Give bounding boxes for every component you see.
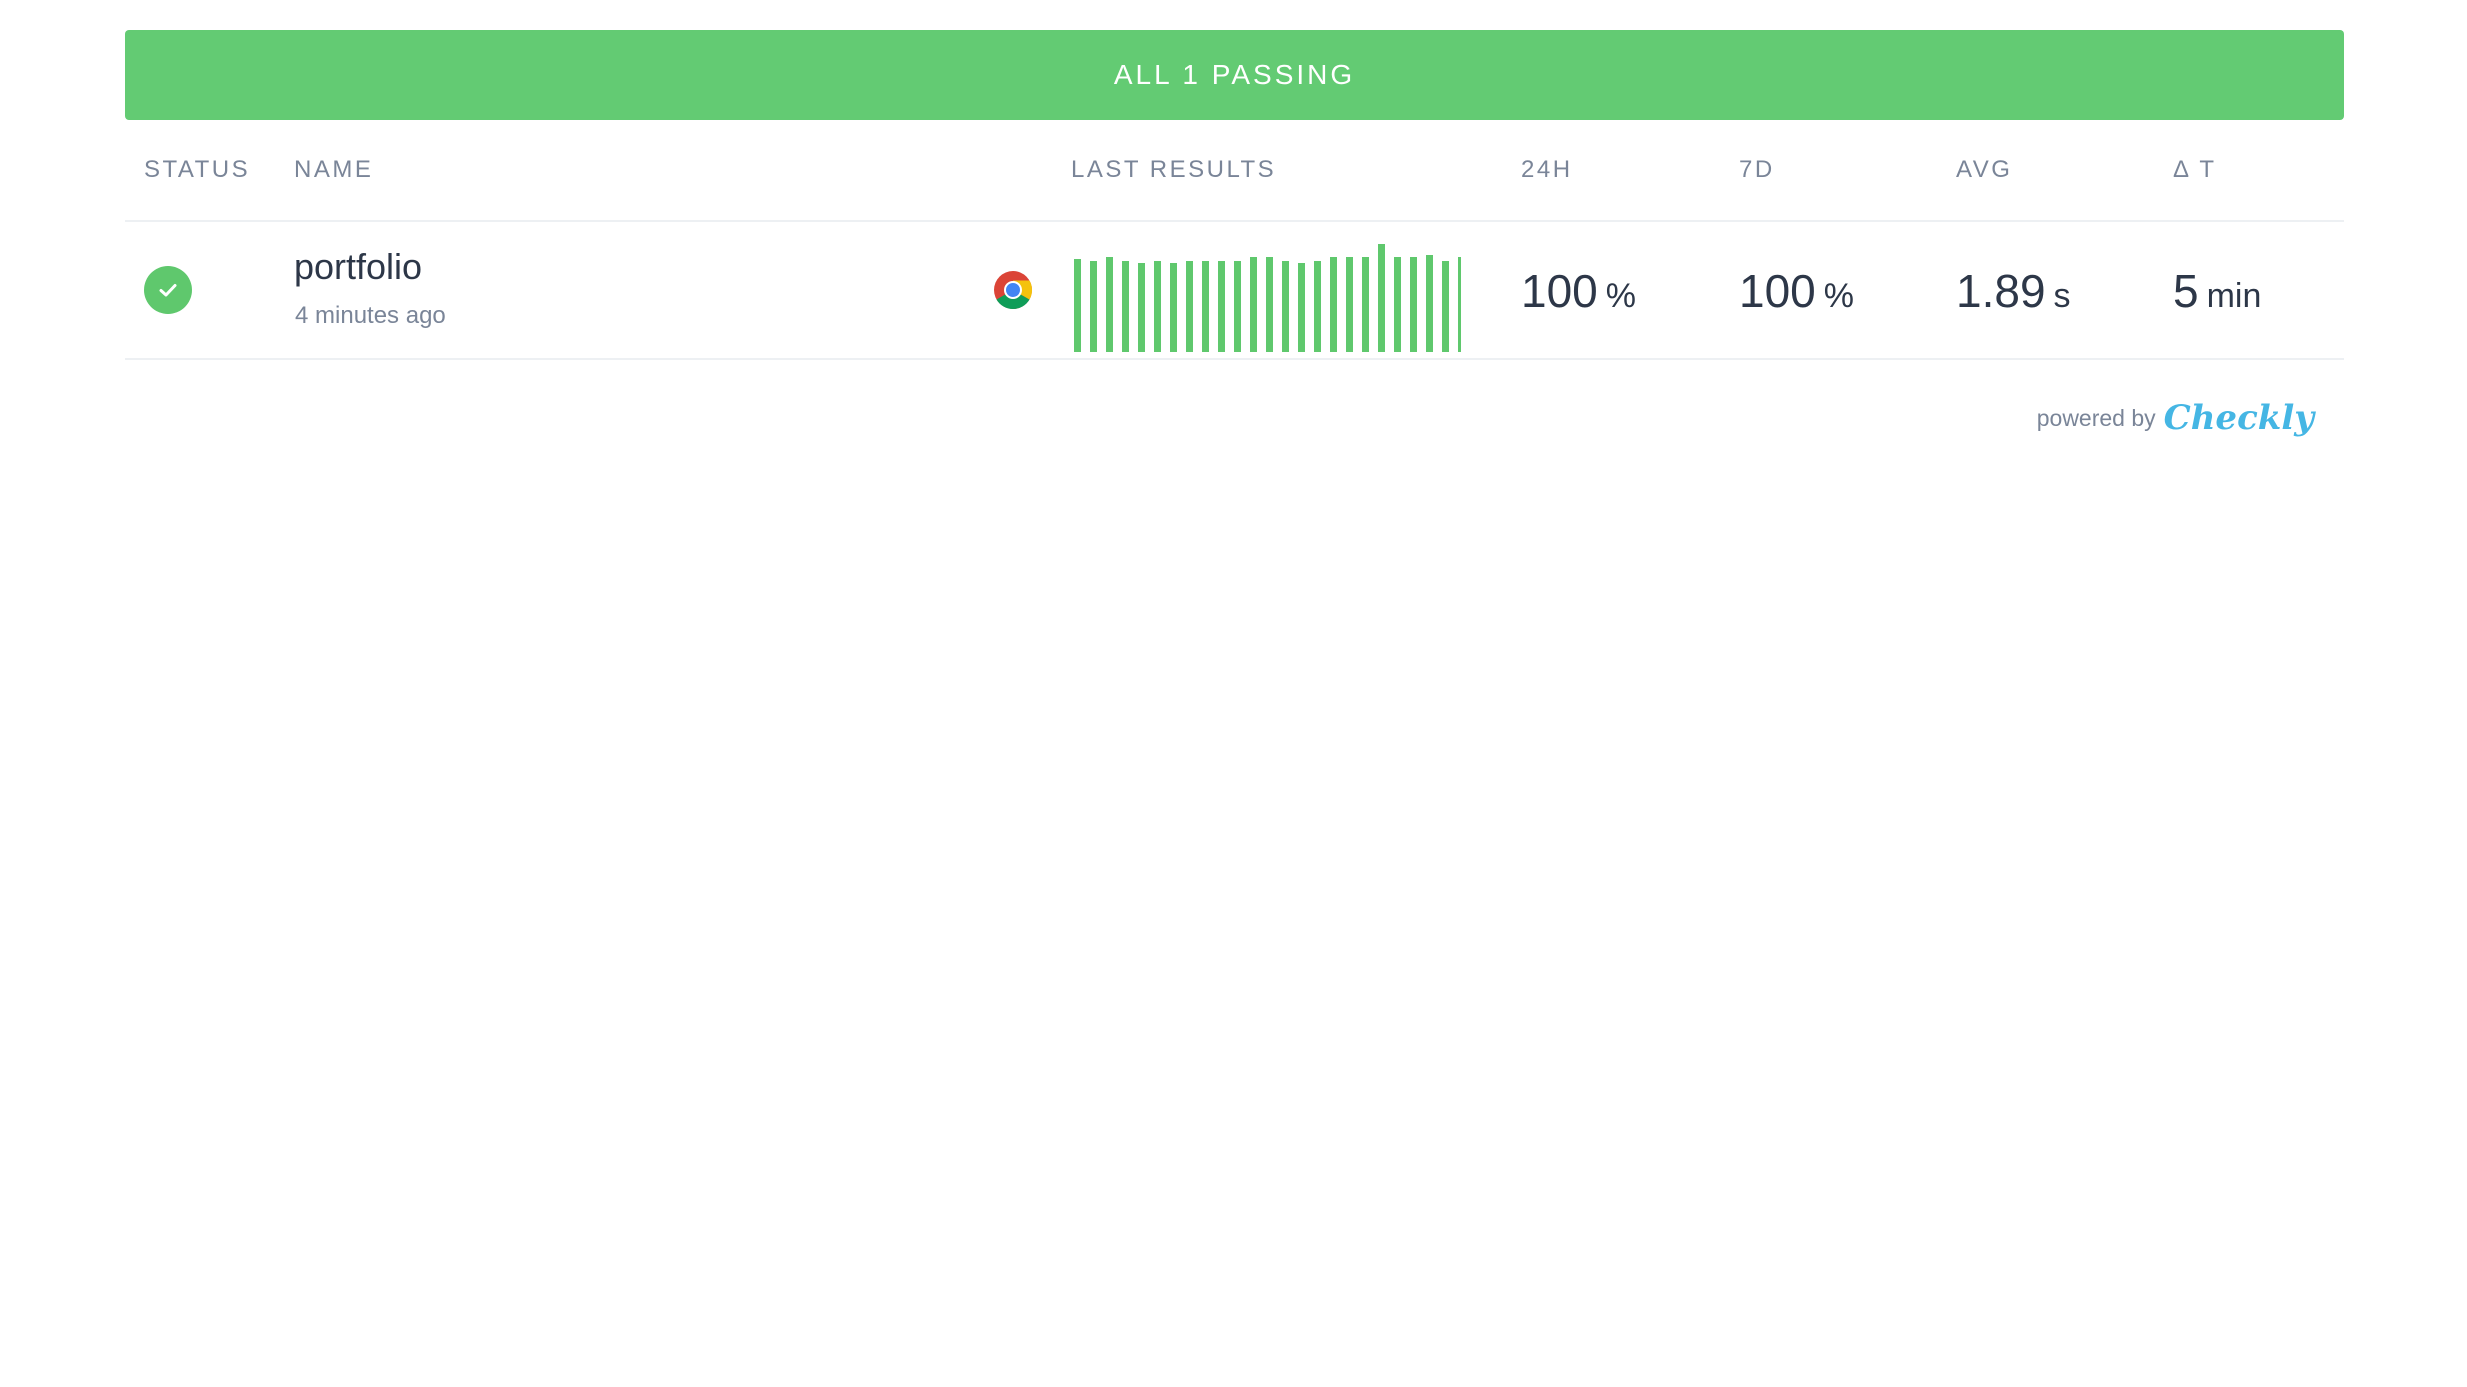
result-bar[interactable] (1282, 261, 1289, 352)
dashboard: ALL 1 PASSING STATUS NAME LAST RESULTS 2… (125, 30, 2344, 438)
result-bar[interactable] (1218, 261, 1225, 352)
chrome-icon (994, 271, 1033, 310)
avg-response-time: 1.89 s (1956, 264, 2071, 318)
result-bar[interactable] (1314, 261, 1321, 352)
checkly-logo[interactable]: Checkly (2164, 398, 2314, 438)
result-bar[interactable] (1378, 244, 1385, 352)
status-banner: ALL 1 PASSING (125, 30, 2344, 120)
delta-t-value: 5 (2173, 265, 2199, 317)
result-bar[interactable] (1154, 261, 1161, 352)
delta-t-unit: min (2206, 277, 2262, 315)
column-header-7d: 7D (1739, 156, 1775, 183)
avg-value: 1.89 (1956, 265, 2046, 317)
uptime-24h: 100% (1521, 264, 1636, 318)
column-header-name: NAME (294, 156, 374, 183)
column-header-status: STATUS (144, 156, 251, 183)
table-row[interactable]: portfolio 4 minutes ago 100% 100% 1.89 s … (125, 222, 2344, 360)
uptime-24h-value: 100 (1521, 265, 1598, 317)
column-header-delta-t: Δ T (2173, 156, 2217, 183)
result-bar[interactable] (1186, 261, 1193, 352)
check-icon (159, 284, 177, 297)
result-bar[interactable] (1458, 257, 1461, 352)
table-header: STATUS NAME LAST RESULTS 24H 7D AVG Δ T (125, 120, 2344, 222)
result-bar[interactable] (1394, 257, 1401, 352)
avg-unit: s (2053, 277, 2071, 315)
result-bar[interactable] (1362, 257, 1369, 352)
last-results-chart (1074, 244, 1461, 352)
result-bar[interactable] (1170, 263, 1177, 352)
column-header-last-results: LAST RESULTS (1071, 156, 1277, 183)
uptime-7d: 100% (1739, 264, 1854, 318)
check-interval: 5 min (2173, 264, 2261, 318)
result-bar[interactable] (1138, 263, 1145, 352)
result-bar[interactable] (1122, 261, 1129, 352)
column-header-24h: 24H (1521, 156, 1573, 183)
result-bar[interactable] (1330, 257, 1337, 352)
result-bar[interactable] (1090, 261, 1097, 352)
column-header-avg: AVG (1956, 156, 2013, 183)
result-bar[interactable] (1346, 257, 1353, 352)
uptime-7d-unit: % (1823, 277, 1854, 315)
powered-by-label: powered by (2036, 404, 2156, 431)
passing-status-icon (144, 266, 192, 314)
powered-by-footer[interactable]: powered by Checkly (2037, 398, 2314, 438)
result-bar[interactable] (1442, 261, 1449, 352)
result-bar[interactable] (1106, 257, 1113, 352)
result-bar[interactable] (1250, 257, 1257, 352)
result-bar[interactable] (1202, 261, 1209, 352)
uptime-24h-unit: % (1605, 277, 1636, 315)
result-bar[interactable] (1426, 255, 1433, 352)
result-bar[interactable] (1298, 263, 1305, 352)
check-name[interactable]: portfolio (294, 246, 422, 288)
last-run-time: 4 minutes ago (295, 302, 446, 329)
result-bar[interactable] (1234, 261, 1241, 352)
result-bar[interactable] (1074, 259, 1081, 352)
uptime-7d-value: 100 (1739, 265, 1816, 317)
result-bar[interactable] (1410, 257, 1417, 352)
result-bar[interactable] (1266, 257, 1273, 352)
